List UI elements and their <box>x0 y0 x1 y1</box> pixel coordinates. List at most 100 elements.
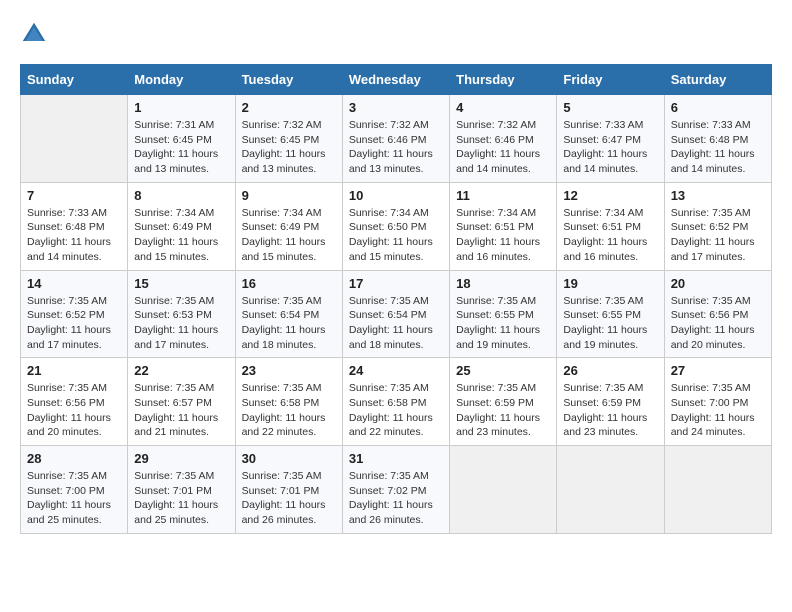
cell-content: Sunrise: 7:32 AMSunset: 6:45 PMDaylight:… <box>242 118 336 177</box>
calendar-week-4: 21Sunrise: 7:35 AMSunset: 6:56 PMDayligh… <box>21 358 772 446</box>
calendar-cell: 29 Sunrise: 7:35 AMSunset: 7:01 PMDayligh… <box>128 446 235 534</box>
day-number: 15 <box>134 276 228 291</box>
day-number: 19 <box>563 276 657 291</box>
day-number: 17 <box>349 276 443 291</box>
calendar-cell: 20 Sunrise: 7:35 AMSunset: 6:56 PMDayligh… <box>664 270 771 358</box>
day-number: 1 <box>134 100 228 115</box>
cell-content: Sunrise: 7:35 AMSunset: 6:57 PMDaylight:… <box>134 381 228 440</box>
cell-content: Sunrise: 7:35 AMSunset: 6:52 PMDaylight:… <box>671 206 765 265</box>
calendar-cell <box>450 446 557 534</box>
day-number: 12 <box>563 188 657 203</box>
calendar-cell: 11Sunrise: 7:34 AMSunset: 6:51 PMDayligh… <box>450 182 557 270</box>
calendar-cell: 26 Sunrise: 7:35 AMSunset: 6:59 PMDayligh… <box>557 358 664 446</box>
calendar-week-5: 28Sunrise: 7:35 AMSunset: 7:00 PMDayligh… <box>21 446 772 534</box>
calendar-week-1: 1 Sunrise: 7:31 AMSunset: 6:45 PMDaylight… <box>21 95 772 183</box>
calendar-cell: 27 Sunrise: 7:35 AMSunset: 7:00 PMDayligh… <box>664 358 771 446</box>
day-number: 27 <box>671 363 765 378</box>
day-number: 29 <box>134 451 228 466</box>
calendar-cell <box>21 95 128 183</box>
day-number: 5 <box>563 100 657 115</box>
cell-content: Sunrise: 7:35 AMSunset: 6:55 PMDaylight:… <box>563 294 657 353</box>
calendar-cell: 10 Sunrise: 7:34 AMSunset: 6:50 PMDayligh… <box>342 182 449 270</box>
day-number: 13 <box>671 188 765 203</box>
calendar-cell: 5 Sunrise: 7:33 AMSunset: 6:47 PMDaylight… <box>557 95 664 183</box>
cell-content: Sunrise: 7:31 AMSunset: 6:45 PMDaylight:… <box>134 118 228 177</box>
calendar-cell: 22 Sunrise: 7:35 AMSunset: 6:57 PMDayligh… <box>128 358 235 446</box>
calendar-cell: 18 Sunrise: 7:35 AMSunset: 6:55 PMDayligh… <box>450 270 557 358</box>
cell-content: Sunrise: 7:35 AMSunset: 7:02 PMDaylight:… <box>349 469 443 528</box>
day-number: 6 <box>671 100 765 115</box>
cell-content: Sunrise: 7:35 AMSunset: 6:58 PMDaylight:… <box>349 381 443 440</box>
calendar-week-2: 7 Sunrise: 7:33 AMSunset: 6:48 PMDaylight… <box>21 182 772 270</box>
cell-content: Sunrise: 7:35 AMSunset: 6:56 PMDaylight:… <box>671 294 765 353</box>
day-number: 25 <box>456 363 550 378</box>
cell-content: Sunrise: 7:33 AMSunset: 6:48 PMDaylight:… <box>671 118 765 177</box>
cell-content: Sunrise: 7:34 AMSunset: 6:51 PMDaylight:… <box>563 206 657 265</box>
day-number: 10 <box>349 188 443 203</box>
logo-icon <box>20 20 48 48</box>
calendar-cell: 28Sunrise: 7:35 AMSunset: 7:00 PMDayligh… <box>21 446 128 534</box>
calendar-cell: 17Sunrise: 7:35 AMSunset: 6:54 PMDayligh… <box>342 270 449 358</box>
calendar-cell: 4 Sunrise: 7:32 AMSunset: 6:46 PMDaylight… <box>450 95 557 183</box>
calendar-cell: 19 Sunrise: 7:35 AMSunset: 6:55 PMDayligh… <box>557 270 664 358</box>
calendar-cell: 24 Sunrise: 7:35 AMSunset: 6:58 PMDayligh… <box>342 358 449 446</box>
calendar-header-row: SundayMondayTuesdayWednesdayThursdayFrid… <box>21 65 772 95</box>
column-header-friday: Friday <box>557 65 664 95</box>
column-header-thursday: Thursday <box>450 65 557 95</box>
cell-content: Sunrise: 7:32 AMSunset: 6:46 PMDaylight:… <box>456 118 550 177</box>
day-number: 28 <box>27 451 121 466</box>
column-header-tuesday: Tuesday <box>235 65 342 95</box>
cell-content: Sunrise: 7:34 AMSunset: 6:50 PMDaylight:… <box>349 206 443 265</box>
day-number: 26 <box>563 363 657 378</box>
day-number: 21 <box>27 363 121 378</box>
day-number: 24 <box>349 363 443 378</box>
day-number: 2 <box>242 100 336 115</box>
day-number: 4 <box>456 100 550 115</box>
calendar-cell: 23Sunrise: 7:35 AMSunset: 6:58 PMDayligh… <box>235 358 342 446</box>
cell-content: Sunrise: 7:35 AMSunset: 6:59 PMDaylight:… <box>563 381 657 440</box>
day-number: 22 <box>134 363 228 378</box>
cell-content: Sunrise: 7:35 AMSunset: 6:55 PMDaylight:… <box>456 294 550 353</box>
day-number: 7 <box>27 188 121 203</box>
calendar-cell: 1 Sunrise: 7:31 AMSunset: 6:45 PMDaylight… <box>128 95 235 183</box>
day-number: 18 <box>456 276 550 291</box>
calendar-cell: 3 Sunrise: 7:32 AMSunset: 6:46 PMDaylight… <box>342 95 449 183</box>
cell-content: Sunrise: 7:35 AMSunset: 7:01 PMDaylight:… <box>242 469 336 528</box>
calendar-cell: 9Sunrise: 7:34 AMSunset: 6:49 PMDaylight… <box>235 182 342 270</box>
calendar-cell: 14Sunrise: 7:35 AMSunset: 6:52 PMDayligh… <box>21 270 128 358</box>
page-header <box>20 20 772 48</box>
logo <box>20 20 52 48</box>
calendar-cell <box>664 446 771 534</box>
day-number: 30 <box>242 451 336 466</box>
cell-content: Sunrise: 7:33 AMSunset: 6:47 PMDaylight:… <box>563 118 657 177</box>
cell-content: Sunrise: 7:32 AMSunset: 6:46 PMDaylight:… <box>349 118 443 177</box>
cell-content: Sunrise: 7:33 AMSunset: 6:48 PMDaylight:… <box>27 206 121 265</box>
day-number: 20 <box>671 276 765 291</box>
column-header-sunday: Sunday <box>21 65 128 95</box>
calendar-cell: 25 Sunrise: 7:35 AMSunset: 6:59 PMDayligh… <box>450 358 557 446</box>
cell-content: Sunrise: 7:35 AMSunset: 7:00 PMDaylight:… <box>671 381 765 440</box>
calendar-cell: 6 Sunrise: 7:33 AMSunset: 6:48 PMDaylight… <box>664 95 771 183</box>
calendar-cell: 13 Sunrise: 7:35 AMSunset: 6:52 PMDayligh… <box>664 182 771 270</box>
cell-content: Sunrise: 7:35 AMSunset: 7:01 PMDaylight:… <box>134 469 228 528</box>
day-number: 9 <box>242 188 336 203</box>
day-number: 11 <box>456 188 550 203</box>
calendar-cell: 2 Sunrise: 7:32 AMSunset: 6:45 PMDaylight… <box>235 95 342 183</box>
column-header-monday: Monday <box>128 65 235 95</box>
calendar-cell: 8Sunrise: 7:34 AMSunset: 6:49 PMDaylight… <box>128 182 235 270</box>
calendar-cell: 21Sunrise: 7:35 AMSunset: 6:56 PMDayligh… <box>21 358 128 446</box>
column-header-wednesday: Wednesday <box>342 65 449 95</box>
calendar-cell: 15 Sunrise: 7:35 AMSunset: 6:53 PMDayligh… <box>128 270 235 358</box>
calendar-table: SundayMondayTuesdayWednesdayThursdayFrid… <box>20 64 772 534</box>
cell-content: Sunrise: 7:34 AMSunset: 6:49 PMDaylight:… <box>134 206 228 265</box>
calendar-cell: 31 Sunrise: 7:35 AMSunset: 7:02 PMDayligh… <box>342 446 449 534</box>
calendar-cell: 30 Sunrise: 7:35 AMSunset: 7:01 PMDayligh… <box>235 446 342 534</box>
cell-content: Sunrise: 7:35 AMSunset: 6:59 PMDaylight:… <box>456 381 550 440</box>
day-number: 16 <box>242 276 336 291</box>
day-number: 3 <box>349 100 443 115</box>
day-number: 14 <box>27 276 121 291</box>
cell-content: Sunrise: 7:35 AMSunset: 6:54 PMDaylight:… <box>242 294 336 353</box>
day-number: 31 <box>349 451 443 466</box>
calendar-week-3: 14Sunrise: 7:35 AMSunset: 6:52 PMDayligh… <box>21 270 772 358</box>
cell-content: Sunrise: 7:35 AMSunset: 6:53 PMDaylight:… <box>134 294 228 353</box>
